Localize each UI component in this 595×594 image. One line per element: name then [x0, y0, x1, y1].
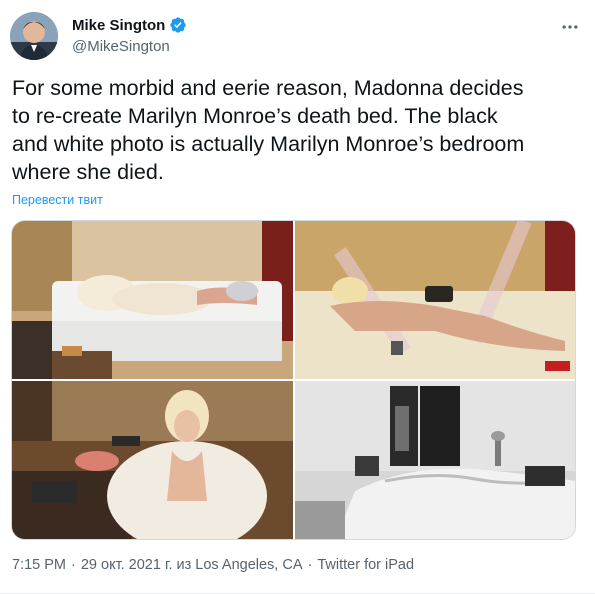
tweet-date-location[interactable]: 29 окт. 2021 г. из Los Angeles, CA [81, 557, 303, 573]
avatar-photo-icon [10, 12, 58, 60]
tweet-header: Mike Sington @MikeSington [10, 8, 583, 62]
media-photo-1[interactable] [12, 221, 293, 379]
photo-bedroom-bw-4-icon [295, 381, 575, 539]
avatar[interactable] [10, 12, 58, 60]
more-dots-icon [562, 25, 578, 29]
meta-separator: · [307, 557, 313, 573]
verified-badge-icon [169, 16, 187, 34]
more-button[interactable] [557, 14, 583, 40]
media-photo-2[interactable] [295, 221, 575, 379]
media-photo-3[interactable] [12, 381, 293, 539]
display-name[interactable]: Mike Sington [72, 17, 165, 34]
name-row: Mike Sington [72, 16, 187, 34]
photo-bed-color-2-icon [295, 221, 575, 379]
media-grid [11, 220, 576, 540]
tweet-time[interactable]: 7:15 PM [12, 557, 66, 573]
tweet-text: For some morbid and eerie reason, Madonn… [12, 76, 525, 184]
translate-tweet-link[interactable]: Перевести твит [12, 193, 103, 207]
tweet-card: Mike Sington @MikeSington For some morbi… [0, 0, 595, 594]
tweet-meta: 7:15 PM · 29 окт. 2021 г. из Los Angeles… [12, 557, 414, 573]
photo-fur-coat-color-3-icon [12, 381, 293, 539]
user-handle[interactable]: @MikeSington [72, 38, 170, 55]
photo-bedroom-color-1-icon [12, 221, 293, 379]
media-photo-4[interactable] [295, 381, 575, 539]
meta-separator: · [71, 557, 76, 573]
tweet-source[interactable]: Twitter for iPad [317, 557, 414, 573]
